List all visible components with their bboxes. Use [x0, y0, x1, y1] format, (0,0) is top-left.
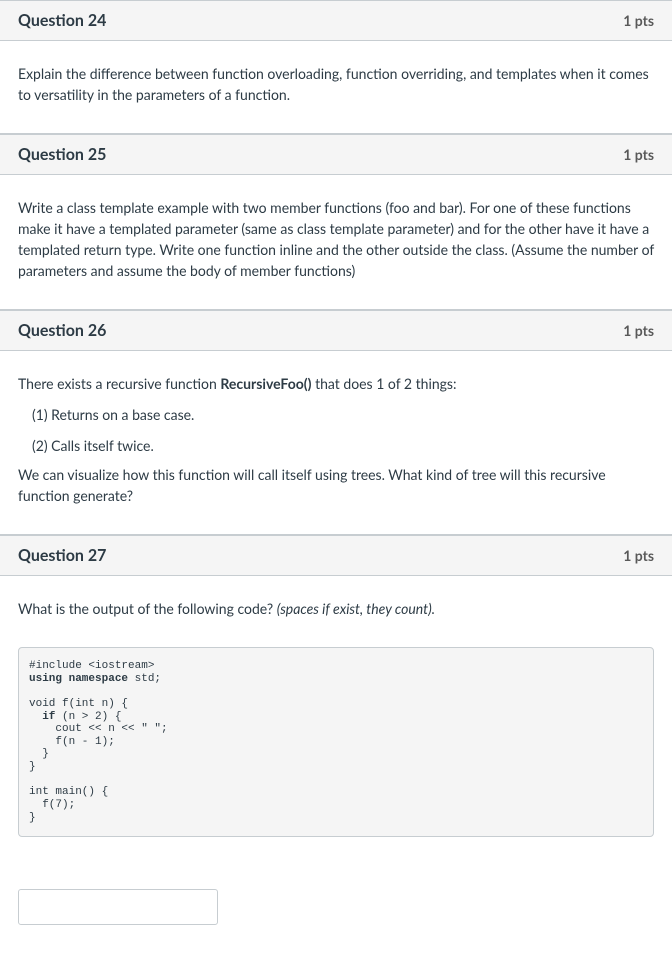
question-header: Question 27 1 pts — [0, 536, 672, 576]
code-line: } — [29, 748, 49, 760]
question-24: Question 24 1 pts Explain the difference… — [0, 0, 672, 134]
answer-input[interactable] — [18, 889, 218, 925]
function-name: RecursiveFoo() — [220, 375, 311, 392]
code-line: } — [29, 761, 36, 773]
code-keyword: using namespace — [29, 673, 128, 685]
prompt-pre: What is the output of the following code… — [18, 600, 277, 617]
question-27: Question 27 1 pts What is the output of … — [0, 535, 672, 947]
code-line: (n > 2) { — [55, 711, 121, 723]
question-title: Question 25 — [18, 145, 106, 164]
question-body: Explain the difference between function … — [0, 41, 672, 133]
intro-post: that does 1 of 2 things: — [312, 375, 457, 392]
code-line: cout << n << " "; — [29, 723, 168, 735]
question-25: Question 25 1 pts Write a class template… — [0, 134, 672, 310]
question-points: 1 pts — [623, 12, 654, 29]
prompt-em: (spaces if exist, they count). — [277, 600, 435, 617]
option-2: (2) Calls itself twice. — [18, 435, 654, 456]
question-header: Question 25 1 pts — [0, 135, 672, 175]
question-prompt: What is the output of the following code… — [18, 598, 654, 619]
question-26: Question 26 1 pts There exists a recursi… — [0, 310, 672, 535]
code-line: int main() { — [29, 786, 108, 798]
question-text: Write a class template example with two … — [18, 197, 654, 281]
question-points: 1 pts — [623, 146, 654, 163]
question-body: Write a class template example with two … — [0, 175, 672, 309]
question-points: 1 pts — [623, 547, 654, 564]
intro-pre: There exists a recursive function — [18, 375, 220, 392]
question-points: 1 pts — [623, 322, 654, 339]
code-block: #include <iostream> using namespace std;… — [18, 647, 654, 837]
question-intro: There exists a recursive function Recurs… — [18, 373, 654, 394]
code-line: void f(int n) { — [29, 698, 128, 710]
question-title: Question 26 — [18, 321, 106, 340]
question-header: Question 24 1 pts — [0, 1, 672, 41]
code-line: std; — [128, 673, 161, 685]
question-body: What is the output of the following code… — [0, 576, 672, 947]
question-title: Question 24 — [18, 11, 106, 30]
code-line: } — [29, 812, 36, 824]
question-title: Question 27 — [18, 546, 106, 565]
code-line: f(n - 1); — [29, 736, 115, 748]
question-text: Explain the difference between function … — [18, 63, 654, 105]
question-header: Question 26 1 pts — [0, 311, 672, 351]
code-line: f(7); — [29, 799, 75, 811]
option-1: (1) Returns on a base case. — [18, 404, 654, 425]
question-closing: We can visualize how this function will … — [18, 464, 654, 506]
question-body: There exists a recursive function Recurs… — [0, 351, 672, 534]
code-line: #include <iostream> — [29, 660, 154, 672]
code-keyword: if — [29, 711, 55, 723]
